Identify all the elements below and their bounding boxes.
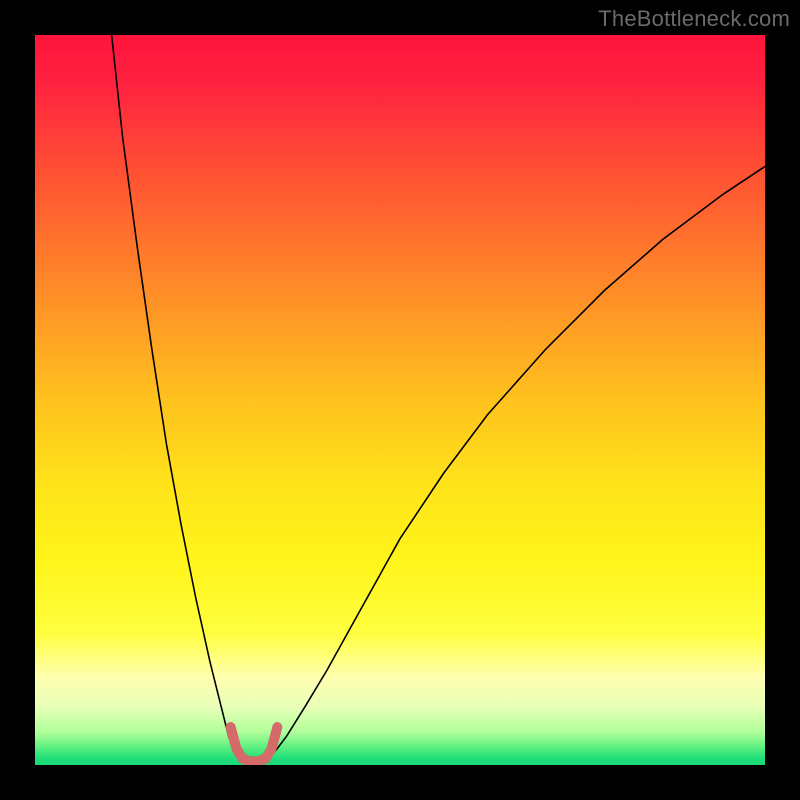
plot-area xyxy=(35,35,765,765)
watermark-text: TheBottleneck.com xyxy=(598,6,790,32)
gradient-background xyxy=(35,35,765,765)
chart-svg xyxy=(35,35,765,765)
chart-frame: TheBottleneck.com xyxy=(0,0,800,800)
